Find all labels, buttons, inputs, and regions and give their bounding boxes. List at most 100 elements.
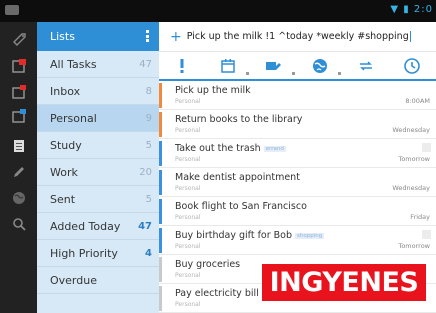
dropdown-indicator <box>292 72 295 75</box>
priority-bar <box>159 83 162 108</box>
status-bar: ▼ ▮ 2:0 <box>0 0 436 22</box>
list-item-sent[interactable]: Sent 5 <box>37 186 159 213</box>
priority-icon <box>180 58 184 73</box>
priority-bar <box>159 286 162 311</box>
note-icon <box>422 143 431 152</box>
task-title: Return books to the library <box>175 114 303 125</box>
list-item-count: 5 <box>145 139 152 151</box>
task-due: Tomorrow <box>398 242 430 250</box>
add-task-input[interactable]: Pick up the milk !1 ^today *weekly #shop… <box>187 31 411 42</box>
pencil-icon[interactable] <box>11 164 27 180</box>
calendar-icon[interactable] <box>11 84 27 100</box>
task-due: Wednesday <box>392 126 430 134</box>
add-task-icon[interactable]: + <box>170 30 182 44</box>
list-assign-button[interactable] <box>251 52 297 79</box>
task-due: Tomorrow <box>398 155 430 163</box>
task-list-label: Personal <box>175 156 201 163</box>
add-task-text: Pick up the milk !1 ^today *weekly #shop… <box>186 31 409 42</box>
repeat-icon <box>360 60 372 71</box>
list-item-work[interactable]: Work 20 <box>37 159 159 186</box>
task-list-name: Personal <box>175 214 201 221</box>
globe-icon[interactable] <box>11 190 27 206</box>
list-item-all-tasks[interactable]: All Tasks 47 <box>37 51 159 78</box>
task-title: Make dentist appointment <box>175 172 300 183</box>
task-row[interactable]: Pick up the milk Personal 8:00AM <box>159 81 436 110</box>
task-toolbar <box>159 52 436 81</box>
task-list-label: Personal <box>175 185 201 192</box>
nav-rail <box>0 22 37 313</box>
lists-title: Lists <box>50 30 75 43</box>
repeat-button[interactable] <box>343 52 389 79</box>
reminder-button[interactable] <box>389 52 435 79</box>
list-item-count: 8 <box>145 85 152 97</box>
task-title: Buy groceries <box>175 259 241 270</box>
list-item-label: Inbox <box>50 84 81 98</box>
task-list-label: Personal <box>175 301 201 308</box>
lists-panel: Lists All Tasks 47 Inbox 8 Personal 9 St… <box>37 22 159 313</box>
status-indicators: ▼ ▮ 2:0 <box>390 4 433 15</box>
task-list-label: Personal <box>175 272 201 279</box>
task-due: Wednesday <box>392 184 430 192</box>
task-tag: shopping <box>295 232 325 239</box>
list-item-personal[interactable]: Personal 9 <box>37 105 159 132</box>
priority-button[interactable] <box>159 52 205 79</box>
task-due: Friday <box>410 213 430 221</box>
task-list-name: Personal <box>175 156 201 163</box>
list-icon[interactable] <box>11 138 27 154</box>
due-date-button[interactable] <box>205 52 251 79</box>
task-title: Pick up the milk <box>175 85 251 96</box>
clock-icon <box>404 57 420 74</box>
task-title-text: Buy birthday gift for Bob <box>175 230 293 241</box>
list-item-overdue[interactable]: Overdue <box>37 267 159 294</box>
priority-bar <box>159 170 162 195</box>
text-caret <box>409 31 411 42</box>
globe-icon <box>313 58 327 73</box>
list-item-count: 20 <box>139 166 152 178</box>
task-list-name: Personal <box>175 272 201 279</box>
list-item-count: 47 <box>138 220 152 232</box>
task-list-name: Personal <box>175 98 201 105</box>
list-item-inbox[interactable]: Inbox 8 <box>37 78 159 105</box>
priority-bar <box>159 257 162 282</box>
list-tag-icon <box>266 61 281 70</box>
priority-bar <box>159 141 162 166</box>
task-title: Buy birthday gift for Bob shopping <box>175 230 325 241</box>
list-item-label: Study <box>50 138 82 152</box>
task-row[interactable]: Return books to the library Personal Wed… <box>159 110 436 139</box>
more-menu-icon[interactable] <box>146 30 149 42</box>
task-list-name: Personal <box>175 243 201 250</box>
task-list-name: Personal <box>175 185 201 192</box>
list-item-label: Sent <box>50 192 76 206</box>
list-item-label: Personal <box>50 111 97 125</box>
list-item-label: Work <box>50 165 78 179</box>
calendar-blue-icon[interactable] <box>11 108 27 124</box>
task-list-name: Personal <box>175 127 201 134</box>
task-list-label: Personal <box>175 98 201 105</box>
task-row[interactable]: Book flight to San Francisco Personal Fr… <box>159 197 436 226</box>
search-icon[interactable] <box>11 216 27 232</box>
add-task-bar[interactable]: + Pick up the milk !1 ^today *weekly #sh… <box>159 22 436 52</box>
priority-bar <box>159 112 162 137</box>
task-tag: errand <box>263 145 286 152</box>
list-item-count: 47 <box>139 58 152 70</box>
list-item-study[interactable]: Study 5 <box>37 132 159 159</box>
dropdown-indicator <box>246 72 249 75</box>
task-row[interactable]: Buy birthday gift for Bob shopping Person… <box>159 226 436 255</box>
task-list-name: Personal <box>175 301 201 308</box>
list-item-added-today[interactable]: Added Today 47 <box>37 213 159 240</box>
location-button[interactable] <box>297 52 343 79</box>
priority-bar <box>159 199 162 224</box>
list-item-label: High Priority <box>50 246 118 260</box>
notification-icon <box>5 5 19 15</box>
list-item-label: All Tasks <box>50 57 97 71</box>
list-item-high-priority[interactable]: High Priority 4 <box>37 240 159 267</box>
priority-bar <box>159 228 162 253</box>
tag-icon[interactable] <box>11 30 27 46</box>
task-due: 8:00AM <box>405 97 430 105</box>
calendar-icon <box>221 58 235 73</box>
list-item-label: Added Today <box>50 219 121 233</box>
task-title: Book flight to San Francisco <box>175 201 307 212</box>
task-row[interactable]: Make dentist appointment Personal Wednes… <box>159 168 436 197</box>
task-row[interactable]: Take out the trash errand Personal Tomorr… <box>159 139 436 168</box>
calendar-red-icon[interactable] <box>11 58 27 74</box>
